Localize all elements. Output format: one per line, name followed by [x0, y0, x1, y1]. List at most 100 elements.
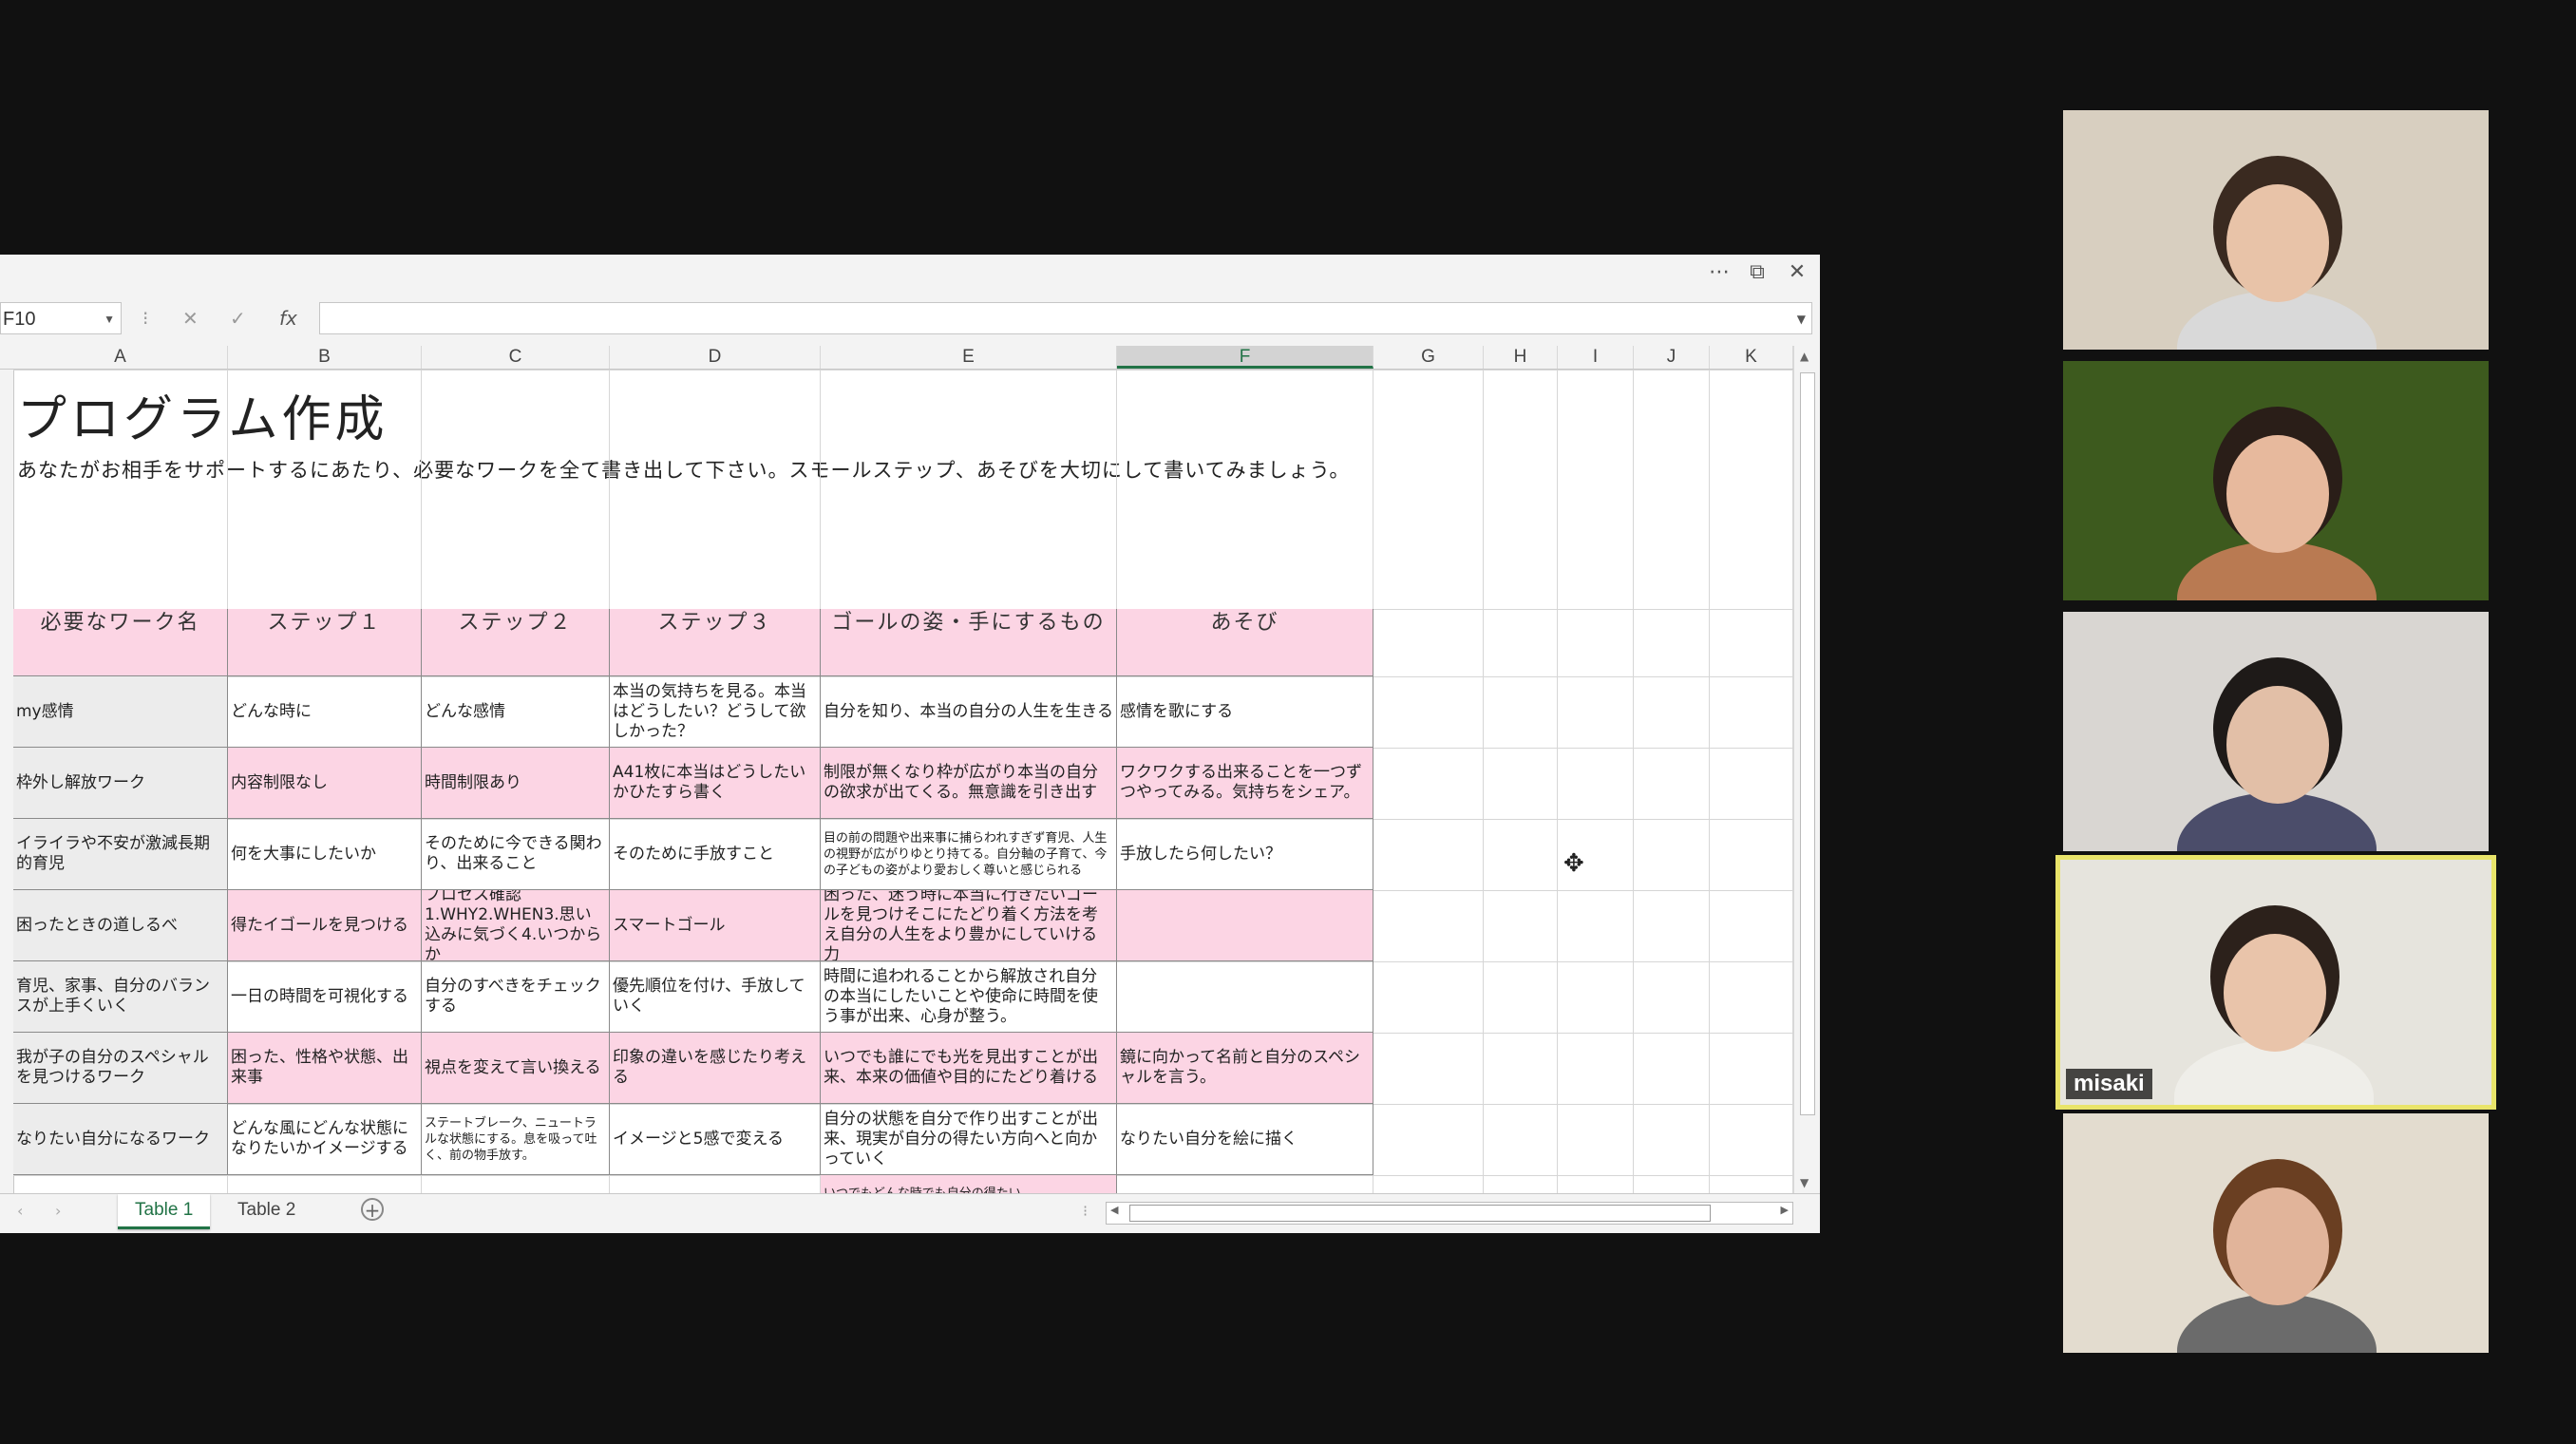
participant-face	[2226, 686, 2329, 804]
column-header-a[interactable]: A	[13, 346, 228, 369]
table-cell[interactable]: イライラや不安が激減長期的育児	[13, 819, 228, 890]
column-header-g[interactable]: G	[1373, 346, 1484, 369]
restore-window-icon[interactable]: ⧉	[1740, 258, 1774, 287]
table-cell[interactable]: イメージと5感で変える	[610, 1104, 821, 1175]
horizontal-scroll-thumb[interactable]	[1129, 1205, 1711, 1222]
cancel-x-icon[interactable]: ✕	[182, 302, 199, 334]
table-cell[interactable]: 育児、家事、自分のバランスが上手くいく	[13, 961, 228, 1033]
add-sheet-icon[interactable]: +	[361, 1198, 384, 1221]
column-header-f[interactable]: F	[1117, 346, 1373, 369]
table-cell[interactable]	[1117, 890, 1373, 961]
table-cell[interactable]: 自分を知り、本当の自分の人生を生きる	[821, 676, 1117, 748]
table-cell[interactable]: 時間制限あり	[422, 748, 610, 819]
vertical-scroll-thumb[interactable]	[1800, 372, 1815, 1115]
cross-cursor-icon: ✥	[1563, 849, 1584, 878]
table-cell[interactable]: 自分の状態を自分で作り出すことが出来、現実が自分の得たい方向へと向かっていく	[821, 1104, 1117, 1175]
table-cell[interactable]: そのために手放すこと	[610, 819, 821, 890]
fx-icon[interactable]: fx	[279, 302, 297, 334]
table-cell[interactable]: 自分のすべきをチェックする	[422, 961, 610, 1033]
more-options-icon[interactable]: ⋯	[1702, 258, 1736, 287]
table-header-cell[interactable]: 必要なワーク名	[13, 609, 228, 676]
formula-input[interactable]: ▼	[319, 302, 1812, 334]
table-cell[interactable]: そのために今できる関わり、出来ること	[422, 819, 610, 890]
cell-text: そのために今できる関わり、出来ること	[425, 834, 602, 873]
participant-video-tile[interactable]	[2063, 1113, 2489, 1353]
table-cell[interactable]: ワクワクする出来ることを一つずつやってみる。気持ちをシェア。	[1117, 748, 1373, 819]
chevron-down-icon[interactable]: ▼	[1797, 303, 1806, 335]
chevron-down-icon[interactable]: ▼	[104, 303, 115, 335]
table-cell[interactable]: ステートブレーク、ニュートラルな状態にする。息を吸って吐く、前の物手放す。	[422, 1104, 610, 1175]
participant-video-tile[interactable]	[2063, 361, 2489, 600]
participant-video-tile[interactable]	[2063, 110, 2489, 350]
worksheet-grid[interactable]: ABCDEFGHIJK プログラム作成 あなたがお相手をサポートするにあたり、必…	[0, 346, 1793, 1193]
column-header-k[interactable]: K	[1710, 346, 1793, 369]
table-cell[interactable]: 困ったときの道しるべ	[13, 890, 228, 961]
scroll-right-icon[interactable]: ▶	[1781, 1204, 1789, 1216]
table-cell[interactable]: 目の前の問題や出来事に捕らわれすぎず育児、人生の視野が広がりゆとり持てる。自分軸…	[821, 819, 1117, 890]
column-header-e[interactable]: E	[821, 346, 1117, 369]
table-cell[interactable]: 制限が無くなり枠が広がり本当の自分の欲求が出てくる。無意識を引き出す	[821, 748, 1117, 819]
cell-text: 制限が無くなり枠が広がり本当の自分の欲求が出てくる。無意識を引き出す	[824, 763, 1098, 802]
column-header-d[interactable]: D	[610, 346, 821, 369]
participant-video-tile[interactable]: misaki	[2055, 855, 2496, 1110]
cell-text: 必要なワーク名	[40, 611, 200, 635]
table-cell[interactable]: A41枚に本当はどうしたいかひたすら書く	[610, 748, 821, 819]
table-header-cell[interactable]: ゴールの姿・手にするもの	[821, 609, 1117, 676]
table-cell[interactable]: 我が子の自分のスペシャルを見つけるワーク	[13, 1033, 228, 1104]
cell-text: 印象の違いを感じたり考える	[613, 1048, 806, 1087]
table-cell[interactable]: どんな時に	[228, 676, 422, 748]
scroll-left-icon[interactable]: ◀	[1110, 1204, 1118, 1216]
participant-video-tile[interactable]	[2063, 612, 2489, 851]
table-cell[interactable]: 一日の時間を可視化する	[228, 961, 422, 1033]
table-cell[interactable]: 困った、迷う時に本当に行きたいゴールを見つけそこにたどり着く方法を考え自分の人生…	[821, 890, 1117, 961]
vertical-scrollbar[interactable]: ▲ ▼	[1793, 346, 1820, 1193]
table-cell[interactable]: なりたい自分を絵に描く	[1117, 1104, 1373, 1175]
table-cell[interactable]: 枠外し解放ワーク	[13, 748, 228, 819]
cells-area[interactable]: プログラム作成 あなたがお相手をサポートするにあたり、必要なワークを全て書き出し…	[0, 370, 1793, 1193]
table-cell[interactable]: 鏡に向かって名前と自分のスペシャルを言う。	[1117, 1033, 1373, 1104]
table-header-cell[interactable]: ステップ３	[610, 609, 821, 676]
check-icon[interactable]: ✓	[230, 302, 246, 334]
table-cell[interactable]: 印象の違いを感じたり考える	[610, 1033, 821, 1104]
table-cell[interactable]: 感情を歌にする	[1117, 676, 1373, 748]
table-cell[interactable]: my感情	[13, 676, 228, 748]
column-header-c[interactable]: C	[422, 346, 610, 369]
table-cell[interactable]: スマートゴール	[610, 890, 821, 961]
tab-table-1[interactable]: Table 1	[118, 1194, 211, 1229]
column-header-h[interactable]: H	[1484, 346, 1558, 369]
table-cell[interactable]: 手放したら何したい？	[1117, 819, 1373, 890]
table-cell[interactable]: 何を大事にしたいか	[228, 819, 422, 890]
table-cell[interactable]: 時間に追われることから解放され自分の本当にしたいことや使命に時間を使う事が出来、…	[821, 961, 1117, 1033]
chevron-left-icon[interactable]: ‹	[17, 1202, 23, 1220]
chevron-right-icon[interactable]: ›	[55, 1202, 61, 1220]
table-cell[interactable]: いつでもどんな時でも自分の得たい…	[821, 1175, 1117, 1193]
column-header-b[interactable]: B	[228, 346, 422, 369]
table-cell[interactable]	[1117, 961, 1373, 1033]
cell-text: あそび	[1210, 611, 1279, 635]
table-cell[interactable]: 得たイゴールを見つける	[228, 890, 422, 961]
table-cell[interactable]: 本当の気持ちを見る。本当はどうしたい？どうして欲しかった？	[610, 676, 821, 748]
table-cell[interactable]: 視点を変えて言い換える	[422, 1033, 610, 1104]
participant-face	[2226, 1188, 2329, 1305]
table-cell[interactable]: プロセス確認 1.WHY2.WHEN3.思い込みに気づく4.いつからか	[422, 890, 610, 961]
name-box[interactable]: F10 ▼	[0, 302, 122, 334]
table-cell[interactable]: どんな風にどんな状態になりたいかイメージする	[228, 1104, 422, 1175]
table-cell[interactable]: 優先順位を付け、手放していく	[610, 961, 821, 1033]
cell-text: 鏡に向かって名前と自分のスペシャルを言う。	[1120, 1048, 1360, 1087]
close-icon[interactable]: ✕	[1780, 258, 1814, 287]
cell-text: ワクワクする出来ることを一つずつやってみる。気持ちをシェア。	[1120, 763, 1362, 802]
horizontal-scrollbar[interactable]: ◀ ▶	[1106, 1202, 1793, 1225]
table-cell[interactable]: いつでも誰にでも光を見出すことが出来、本来の価値や目的にたどり着ける	[821, 1033, 1117, 1104]
scroll-down-icon[interactable]: ▼	[1800, 1176, 1809, 1189]
table-header-cell[interactable]: あそび	[1117, 609, 1373, 676]
table-cell[interactable]: 困った、性格や状態、出来事	[228, 1033, 422, 1104]
tab-table-2[interactable]: Table 2	[220, 1194, 313, 1226]
table-header-cell[interactable]: ステップ１	[228, 609, 422, 676]
table-header-cell[interactable]: ステップ２	[422, 609, 610, 676]
column-header-i[interactable]: I	[1558, 346, 1634, 369]
table-cell[interactable]: なりたい自分になるワーク	[13, 1104, 228, 1175]
table-cell[interactable]: 内容制限なし	[228, 748, 422, 819]
column-header-j[interactable]: J	[1634, 346, 1710, 369]
table-cell[interactable]: どんな感情	[422, 676, 610, 748]
scroll-up-icon[interactable]: ▲	[1800, 350, 1809, 363]
